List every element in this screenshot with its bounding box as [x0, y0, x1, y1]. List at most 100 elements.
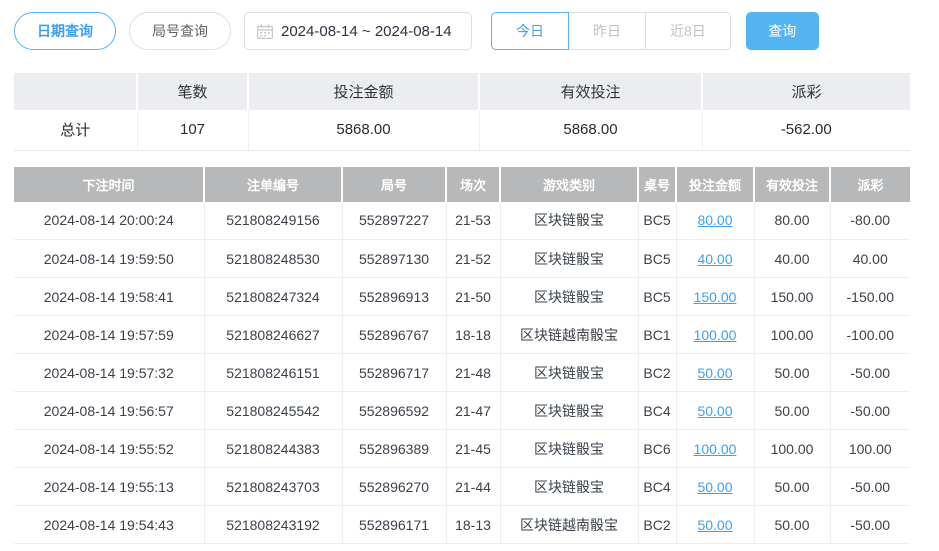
- bet-amount-link[interactable]: 100.00: [694, 441, 737, 457]
- table-row: 2024-08-14 19:55:13 521808243703 5528962…: [14, 467, 910, 506]
- round-query-tab[interactable]: 局号查询: [129, 12, 231, 50]
- payout: -80.00: [830, 201, 910, 240]
- table-row: 2024-08-14 19:57:32 521808246151 5528967…: [14, 353, 910, 392]
- session: 21-45: [446, 429, 501, 468]
- query-toolbar: 日期查询 局号查询 2024-08-14 ~ 2024-08-14 今日 昨日 …: [0, 0, 939, 50]
- valid-bet: 150.00: [754, 277, 831, 316]
- bet-time: 2024-08-14 19:54:43: [14, 505, 205, 544]
- summary-header-bet-amount: 投注金额: [248, 73, 480, 110]
- payout: -50.00: [830, 353, 910, 392]
- table-number: BC6: [638, 429, 677, 468]
- table-number: BC5: [638, 201, 677, 240]
- column-header-table-number: 桌号: [638, 166, 677, 202]
- last-8-days-button[interactable]: 近8日: [645, 12, 731, 50]
- bet-time: 2024-08-14 19:57:59: [14, 315, 205, 354]
- summary-header-valid-bet: 有效投注: [479, 73, 703, 110]
- payout: -150.00: [830, 277, 910, 316]
- column-header-bet-amount: 投注金额: [676, 166, 755, 202]
- summary-table: 笔数 投注金额 有效投注 派彩 总计 107 5868.00 5868.00 -…: [14, 73, 910, 151]
- table-row: 2024-08-14 19:54:43 521808243192 5528961…: [14, 505, 910, 544]
- game-type: 区块链骰宝: [500, 353, 639, 392]
- session: 21-52: [446, 239, 501, 278]
- summary-header-payout: 派彩: [702, 73, 910, 110]
- bet-records-table: 下注时间 注单编号 局号 场次 游戏类别 桌号 投注金额 有效投注 派彩 202…: [14, 166, 910, 544]
- table-row: 2024-08-14 20:00:24 521808249156 5528972…: [14, 201, 910, 240]
- bet-time: 2024-08-14 19:55:13: [14, 467, 205, 506]
- table-number: BC5: [638, 277, 677, 316]
- game-type: 区块链骰宝: [500, 201, 639, 240]
- round-number: 552896389: [342, 429, 447, 468]
- bet-amount-cell: 100.00: [676, 429, 755, 468]
- valid-bet: 50.00: [754, 467, 831, 506]
- valid-bet: 50.00: [754, 505, 831, 544]
- game-type: 区块链骰宝: [500, 467, 639, 506]
- today-button[interactable]: 今日: [491, 12, 569, 50]
- order-number: 521808246627: [204, 315, 343, 354]
- table-row: 2024-08-14 19:59:50 521808248530 5528971…: [14, 239, 910, 278]
- table-row: 2024-08-14 19:55:52 521808244383 5528963…: [14, 429, 910, 468]
- round-number: 552897130: [342, 239, 447, 278]
- round-number: 552896717: [342, 353, 447, 392]
- game-type: 区块链越南骰宝: [500, 315, 639, 354]
- table-row: 2024-08-14 19:56:57 521808245542 5528965…: [14, 391, 910, 430]
- round-number: 552896913: [342, 277, 447, 316]
- yesterday-button[interactable]: 昨日: [568, 12, 646, 50]
- date-range-input[interactable]: 2024-08-14 ~ 2024-08-14: [244, 12, 472, 50]
- quick-range-group: 今日 昨日 近8日: [491, 12, 731, 50]
- bet-amount-cell: 50.00: [676, 505, 755, 544]
- session: 21-47: [446, 391, 501, 430]
- bet-amount-cell: 50.00: [676, 391, 755, 430]
- payout: 100.00: [830, 429, 910, 468]
- bet-amount-link[interactable]: 50.00: [697, 479, 732, 495]
- payout: 40.00: [830, 239, 910, 278]
- summary-total-row: 总计 107 5868.00 5868.00 -562.00: [14, 110, 910, 151]
- column-header-valid-bet: 有效投注: [754, 166, 831, 202]
- bet-amount-link[interactable]: 150.00: [694, 289, 737, 305]
- column-header-game-type: 游戏类别: [500, 166, 639, 202]
- bet-amount-link[interactable]: 50.00: [697, 517, 732, 533]
- summary-count-value: 107: [137, 110, 249, 151]
- summary-payout-value: -562.00: [702, 110, 910, 151]
- round-number: 552896270: [342, 467, 447, 506]
- round-number: 552897227: [342, 201, 447, 240]
- bet-time: 2024-08-14 19:59:50: [14, 239, 205, 278]
- bet-amount-link[interactable]: 80.00: [697, 212, 732, 228]
- summary-total-label: 总计: [14, 110, 138, 151]
- bet-amount-cell: 50.00: [676, 467, 755, 506]
- order-number: 521808248530: [204, 239, 343, 278]
- table-number: BC2: [638, 505, 677, 544]
- order-number: 521808249156: [204, 201, 343, 240]
- valid-bet: 50.00: [754, 391, 831, 430]
- bet-time: 2024-08-14 19:56:57: [14, 391, 205, 430]
- bet-amount-link[interactable]: 100.00: [694, 327, 737, 343]
- order-number: 521808246151: [204, 353, 343, 392]
- bet-amount-cell: 40.00: [676, 239, 755, 278]
- order-number: 521808245542: [204, 391, 343, 430]
- records-header-row: 下注时间 注单编号 局号 场次 游戏类别 桌号 投注金额 有效投注 派彩: [14, 166, 910, 202]
- column-header-bet-time: 下注时间: [14, 166, 205, 202]
- bet-time: 2024-08-14 19:57:32: [14, 353, 205, 392]
- round-number: 552896767: [342, 315, 447, 354]
- order-number: 521808244383: [204, 429, 343, 468]
- calendar-icon: [257, 24, 273, 39]
- payout: -50.00: [830, 391, 910, 430]
- table-number: BC5: [638, 239, 677, 278]
- column-header-order-number: 注单编号: [204, 166, 343, 202]
- table-number: BC1: [638, 315, 677, 354]
- payout: -50.00: [830, 467, 910, 506]
- bet-amount-cell: 80.00: [676, 201, 755, 240]
- bet-amount-link[interactable]: 40.00: [697, 251, 732, 267]
- date-query-tab[interactable]: 日期查询: [14, 12, 116, 50]
- session: 18-18: [446, 315, 501, 354]
- bet-amount-cell: 100.00: [676, 315, 755, 354]
- table-number: BC2: [638, 353, 677, 392]
- bet-time: 2024-08-14 19:58:41: [14, 277, 205, 316]
- payout: -50.00: [830, 505, 910, 544]
- valid-bet: 50.00: [754, 353, 831, 392]
- game-type: 区块链骰宝: [500, 239, 639, 278]
- valid-bet: 100.00: [754, 315, 831, 354]
- search-button[interactable]: 查询: [745, 12, 819, 50]
- session: 21-50: [446, 277, 501, 316]
- bet-amount-link[interactable]: 50.00: [697, 403, 732, 419]
- bet-amount-link[interactable]: 50.00: [697, 365, 732, 381]
